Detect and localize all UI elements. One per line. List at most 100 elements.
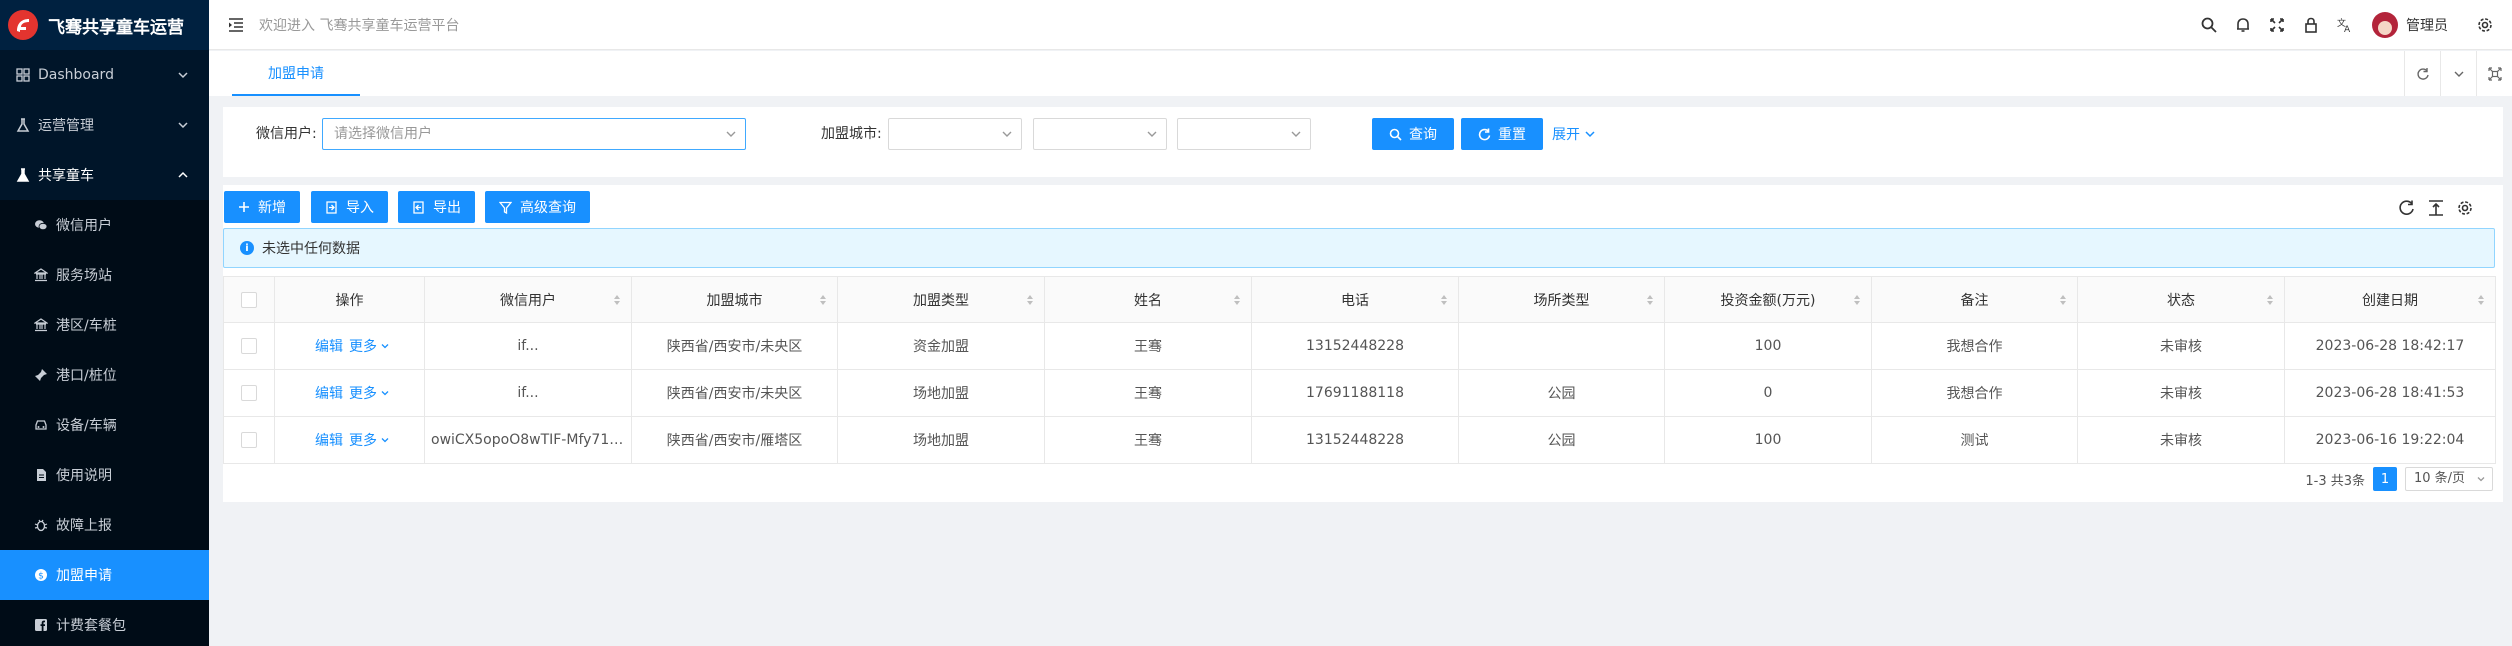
translate-icon[interactable]: 文A	[2336, 16, 2354, 34]
add-button[interactable]: 新增	[224, 191, 300, 223]
svg-text:$: $	[38, 572, 44, 582]
gear-icon[interactable]	[2456, 199, 2474, 217]
bell-icon[interactable]	[2234, 16, 2252, 34]
row-checkbox-cell[interactable]	[223, 322, 275, 370]
district-select[interactable]	[1177, 118, 1311, 150]
selection-alert: i 未选中任何数据	[223, 228, 2495, 268]
fullscreen-icon[interactable]	[2268, 16, 2286, 34]
export-button[interactable]: 导出	[398, 191, 475, 223]
table-header-row: 操作 微信用户 加盟城市 加盟类型 姓名 电话 场所类型 投资金额(万元) 备注…	[223, 276, 2496, 323]
bug-icon	[34, 519, 48, 532]
wechat-user-label: 微信用户:	[256, 126, 317, 142]
reset-button[interactable]: 重置	[1461, 118, 1543, 150]
info-icon: i	[240, 241, 254, 255]
sidebar-item-shared-stroller[interactable]: 共享童车	[0, 150, 209, 200]
column-header-sortable[interactable]: 创建日期	[2284, 276, 2496, 323]
tab-franchise-application[interactable]: 加盟申请	[232, 51, 360, 96]
cell-date: 2023-06-28 18:42:17	[2284, 322, 2496, 370]
expand-link-label: 展开	[1552, 127, 1580, 143]
import-button[interactable]: 导入	[311, 191, 388, 223]
edit-link[interactable]: 编辑	[315, 339, 343, 355]
column-header-sortable[interactable]: 投资金额(万元)	[1664, 276, 1872, 323]
table-row[interactable]: 编辑 更多 owiCX5opoO8wTIF-Mfy71_4... 陕西省/西安市/…	[223, 416, 2496, 464]
sidebar-item-service-station[interactable]: 服务场站	[0, 250, 209, 300]
lock-icon[interactable]	[2302, 16, 2320, 34]
sidebar-item-franchise-application[interactable]: $ 加盟申请	[0, 550, 209, 600]
chevron-down-icon	[1147, 131, 1157, 137]
page-size-select[interactable]: 10 条/页	[2405, 467, 2493, 491]
cell-wechat-user: owiCX5opoO8wTIF-Mfy71_4...	[424, 416, 632, 464]
facebook-icon	[35, 619, 47, 631]
sidebar-item-dashboard[interactable]: Dashboard	[0, 50, 209, 100]
cell-phone: 17691188118	[1251, 369, 1459, 417]
row-actions: 编辑 更多	[274, 322, 425, 370]
gear-icon[interactable]	[2476, 16, 2494, 34]
province-select[interactable]	[888, 118, 1022, 150]
table-row[interactable]: 编辑 更多 if... 陕西省/西安市/未央区 场地加盟 王骞 176911881…	[223, 369, 2496, 417]
column-header-sortable[interactable]: 场所类型	[1458, 276, 1665, 323]
table-row[interactable]: 编辑 更多 if... 陕西省/西安市/未央区 资金加盟 王骞 131524482…	[223, 322, 2496, 370]
sidebar-item-fault-report[interactable]: 故障上报	[0, 500, 209, 550]
sidebar-item-pile-positions[interactable]: 港口/桩位	[0, 350, 209, 400]
top-header: 欢迎进入 飞骞共享童车运营平台 文A 管理员	[209, 0, 2512, 50]
column-header-label: 创建日期	[2362, 292, 2418, 309]
search-icon[interactable]	[2200, 16, 2218, 34]
logo[interactable]: 飞骞共享童车运营	[0, 0, 209, 50]
row-checkbox-cell[interactable]	[223, 416, 275, 464]
column-header-sortable[interactable]: 加盟类型	[837, 276, 1045, 323]
app-title: 飞骞共享童车运营	[48, 17, 184, 38]
column-header-sortable[interactable]: 备注	[1871, 276, 2078, 323]
more-dropdown[interactable]: 更多	[349, 336, 390, 356]
column-header-label: 加盟类型	[913, 292, 969, 309]
tab-reload-button[interactable]	[2404, 51, 2440, 96]
sidebar-item-port-piles[interactable]: 港区/车桩	[0, 300, 209, 350]
sidebar-item-devices[interactable]: 设备/车辆	[0, 400, 209, 450]
select-all-checkbox[interactable]	[241, 291, 257, 308]
sidebar-item-billing-package[interactable]: 计费套餐包	[0, 600, 209, 646]
more-dropdown[interactable]: 更多	[349, 430, 390, 450]
sidebar-item-label: 微信用户	[56, 218, 112, 234]
sidebar-item-instructions[interactable]: 使用说明	[0, 450, 209, 500]
select-all-checkbox-cell[interactable]	[223, 276, 275, 323]
sidebar-item-label: 设备/车辆	[56, 418, 117, 434]
reload-icon[interactable]	[2398, 199, 2416, 217]
cell-amount: 0	[1664, 369, 1872, 417]
column-header-sortable[interactable]: 状态	[2077, 276, 2285, 323]
sidebar-item-operations[interactable]: 运营管理	[0, 100, 209, 150]
row-checkbox[interactable]	[241, 385, 257, 401]
cell-place-type: 公园	[1458, 416, 1665, 464]
flask-icon	[16, 118, 30, 132]
column-header-sortable[interactable]: 电话	[1251, 276, 1459, 323]
tab-dropdown-button[interactable]	[2440, 51, 2476, 96]
city-select[interactable]	[1033, 118, 1167, 150]
wechat-user-select[interactable]: 请选择微信用户	[322, 118, 746, 150]
svg-text:A: A	[2344, 25, 2351, 34]
more-dropdown[interactable]: 更多	[349, 383, 390, 403]
sidebar-item-label: 使用说明	[56, 468, 112, 484]
logo-icon	[8, 10, 38, 40]
column-height-icon[interactable]	[2427, 199, 2445, 217]
selection-alert-text: 未选中任何数据	[262, 241, 360, 257]
query-button[interactable]: 查询	[1372, 118, 1454, 150]
column-header-sortable[interactable]: 姓名	[1044, 276, 1252, 323]
expand-link[interactable]: 展开	[1552, 118, 1596, 150]
column-header-sortable[interactable]: 微信用户	[424, 276, 632, 323]
sort-icon	[1647, 295, 1653, 305]
cell-city: 陕西省/西安市/未央区	[631, 369, 838, 417]
sidebar-item-wechat-users[interactable]: 微信用户	[0, 200, 209, 250]
edit-link[interactable]: 编辑	[315, 433, 343, 449]
row-checkbox-cell[interactable]	[223, 369, 275, 417]
menu-fold-icon[interactable]	[227, 16, 245, 34]
reset-button-label: 重置	[1498, 127, 1526, 143]
flask-icon	[16, 168, 30, 182]
row-checkbox[interactable]	[241, 338, 257, 354]
page-1-button[interactable]: 1	[2373, 467, 2397, 491]
tab-fullscreen-button[interactable]	[2476, 51, 2512, 96]
column-header-sortable[interactable]: 加盟城市	[631, 276, 838, 323]
advanced-query-button[interactable]: 高级查询	[485, 191, 590, 223]
row-checkbox[interactable]	[241, 432, 257, 448]
edit-link[interactable]: 编辑	[315, 386, 343, 402]
avatar[interactable]	[2372, 12, 2398, 38]
welcome-text: 欢迎进入 飞骞共享童车运营平台	[259, 17, 460, 34]
admin-name[interactable]: 管理员	[2406, 15, 2448, 35]
